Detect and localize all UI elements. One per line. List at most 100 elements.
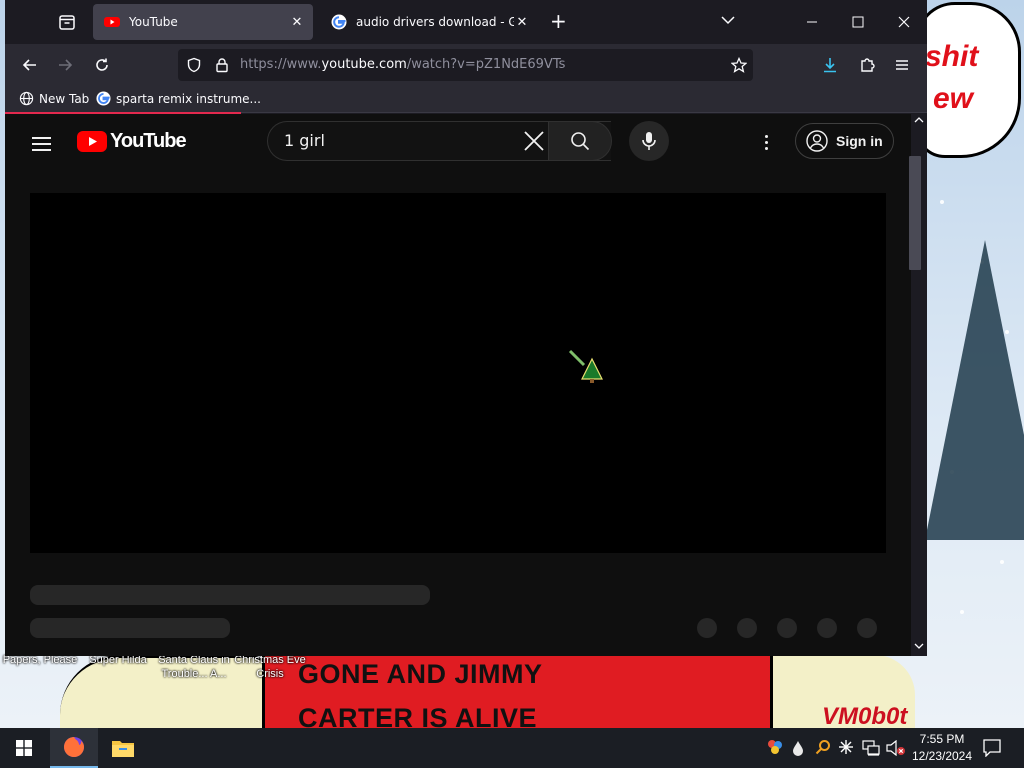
taskbar-firefox[interactable] xyxy=(50,728,98,768)
minimize-icon xyxy=(807,21,817,23)
tab-google-search[interactable]: audio drivers download - Goog ✕ xyxy=(320,4,538,40)
youtube-play-logo-icon xyxy=(77,131,107,152)
scroll-up-arrow-icon[interactable] xyxy=(914,116,924,124)
tray-volume-muted-icon[interactable] xyxy=(886,739,906,759)
snowflake-icon xyxy=(839,740,853,754)
youtube-logo[interactable]: YouTube xyxy=(77,130,187,153)
close-icon xyxy=(898,16,910,28)
start-button[interactable] xyxy=(0,728,48,768)
bookmarks-toolbar: New Tab sparta remix instrume... xyxy=(5,86,927,112)
lock-icon[interactable] xyxy=(214,57,230,73)
guide-menu-button[interactable] xyxy=(32,133,51,155)
minimize-button[interactable] xyxy=(789,0,835,44)
action-placeholder xyxy=(697,618,717,638)
app-menu-button[interactable] xyxy=(890,53,914,77)
list-all-tabs-button[interactable] xyxy=(720,12,736,32)
downloads-button[interactable] xyxy=(818,53,842,77)
network-icon xyxy=(862,740,880,756)
windows-logo-icon xyxy=(16,740,32,756)
action-placeholder xyxy=(777,618,797,638)
arrow-right-icon xyxy=(59,59,73,71)
globe-icon xyxy=(19,91,34,106)
action-placeholder xyxy=(857,618,877,638)
url-text: https://www.youtube.com/watch?v=pZ1NdE69… xyxy=(240,57,566,72)
reload-button[interactable] xyxy=(90,53,114,77)
sign-in-button[interactable]: Sign in xyxy=(795,123,894,159)
magnifier-icon xyxy=(815,740,830,755)
firefox-icon xyxy=(64,737,84,757)
action-placeholder xyxy=(737,618,757,638)
search-button[interactable] xyxy=(548,121,612,161)
action-center-button[interactable] xyxy=(983,739,1001,760)
bookmark-new-tab[interactable]: New Tab xyxy=(19,91,89,106)
firefox-view-icon xyxy=(59,15,75,30)
tab-youtube[interactable]: YouTube ✕ xyxy=(93,4,313,40)
navigation-toolbar: https://www.youtube.com/watch?v=pZ1NdE69… xyxy=(5,44,927,86)
arrow-left-icon xyxy=(22,59,36,71)
hamburger-menu-icon xyxy=(896,60,908,70)
firefox-window: YouTube ✕ audio drivers download - Goog … xyxy=(5,0,927,656)
close-window-button[interactable] xyxy=(881,0,927,44)
chevron-down-icon xyxy=(721,16,735,25)
tab-bar: YouTube ✕ audio drivers download - Goog … xyxy=(5,0,927,44)
google-favicon-icon xyxy=(331,14,347,30)
tab-title: YouTube xyxy=(129,15,178,29)
forward-button[interactable] xyxy=(53,53,77,77)
firefox-view-button[interactable] xyxy=(55,10,79,34)
search-icon xyxy=(571,132,590,151)
colorful-app-icon xyxy=(768,740,782,754)
desktop-icon-papers-please[interactable]: Papers, Please xyxy=(0,653,80,681)
settings-more-button[interactable] xyxy=(763,132,769,153)
windows-taskbar: 7:55 PM 12/23/2024 xyxy=(0,728,1024,768)
desktop-icons: Papers, Please Super Hilda Santa Claus i… xyxy=(0,653,308,681)
voice-search-button[interactable] xyxy=(629,121,669,161)
maximize-icon xyxy=(852,16,864,28)
christmas-tree-cursor-icon xyxy=(568,349,603,383)
pine-tree xyxy=(925,240,1024,540)
speech-bubble-text: shit ew xyxy=(925,40,979,115)
reload-icon xyxy=(96,58,108,71)
action-placeholder xyxy=(817,618,837,638)
tray-drop-icon[interactable] xyxy=(792,740,804,759)
tray-app-icon[interactable] xyxy=(766,738,784,759)
scrollbar-thumb[interactable] xyxy=(909,156,921,270)
taskbar-file-explorer[interactable] xyxy=(99,728,147,768)
notification-icon xyxy=(983,739,1001,758)
back-button[interactable] xyxy=(18,53,42,77)
system-clock[interactable]: 7:55 PM 12/23/2024 xyxy=(908,731,976,765)
close-tab-icon[interactable]: ✕ xyxy=(514,15,530,30)
clear-search-icon[interactable] xyxy=(523,130,545,152)
desktop-icon-santa-claus[interactable]: Santa Claus in Trouble... A... xyxy=(156,653,232,681)
address-bar[interactable]: https://www.youtube.com/watch?v=pZ1NdE69… xyxy=(178,49,753,81)
maximize-button[interactable] xyxy=(835,0,881,44)
microphone-icon xyxy=(642,132,656,150)
channel-placeholder xyxy=(30,618,230,638)
new-tab-button[interactable]: + xyxy=(550,11,567,31)
scroll-down-arrow-icon[interactable] xyxy=(914,642,924,650)
desktop-icon-super-hilda[interactable]: Super Hilda xyxy=(80,653,156,681)
youtube-page: YouTube Sign in xyxy=(5,114,911,656)
search-input[interactable] xyxy=(284,131,514,150)
plus-icon: + xyxy=(550,9,567,33)
google-favicon-icon xyxy=(96,91,111,106)
download-icon xyxy=(824,58,836,73)
bookmark-star-icon[interactable] xyxy=(731,57,747,73)
bookmark-sparta-remix[interactable]: sparta remix instrume... xyxy=(96,91,261,106)
tray-network-icon[interactable] xyxy=(862,740,880,759)
video-title-placeholder xyxy=(30,585,430,605)
close-tab-icon[interactable]: ✕ xyxy=(289,15,305,30)
tab-title: audio drivers download - Goog xyxy=(356,15,514,29)
puzzle-piece-icon xyxy=(861,58,875,72)
desktop-icon-christmas-eve-crisis[interactable]: Christmas Eve Crisis xyxy=(232,653,308,681)
video-player[interactable] xyxy=(30,193,886,553)
artist-signature: VM0b0t xyxy=(822,703,908,730)
account-circle-icon xyxy=(806,130,828,152)
speaker-muted-icon xyxy=(886,739,905,757)
tray-search-tool-icon[interactable] xyxy=(815,739,831,758)
red-sign-text: GONE AND JIMMY CARTER IS ALIVE xyxy=(298,659,543,733)
extensions-button[interactable] xyxy=(855,53,879,77)
file-explorer-icon xyxy=(112,741,134,757)
tray-snowflake-icon[interactable] xyxy=(838,739,854,758)
water-drop-icon xyxy=(793,741,803,756)
shield-icon[interactable] xyxy=(186,57,202,73)
